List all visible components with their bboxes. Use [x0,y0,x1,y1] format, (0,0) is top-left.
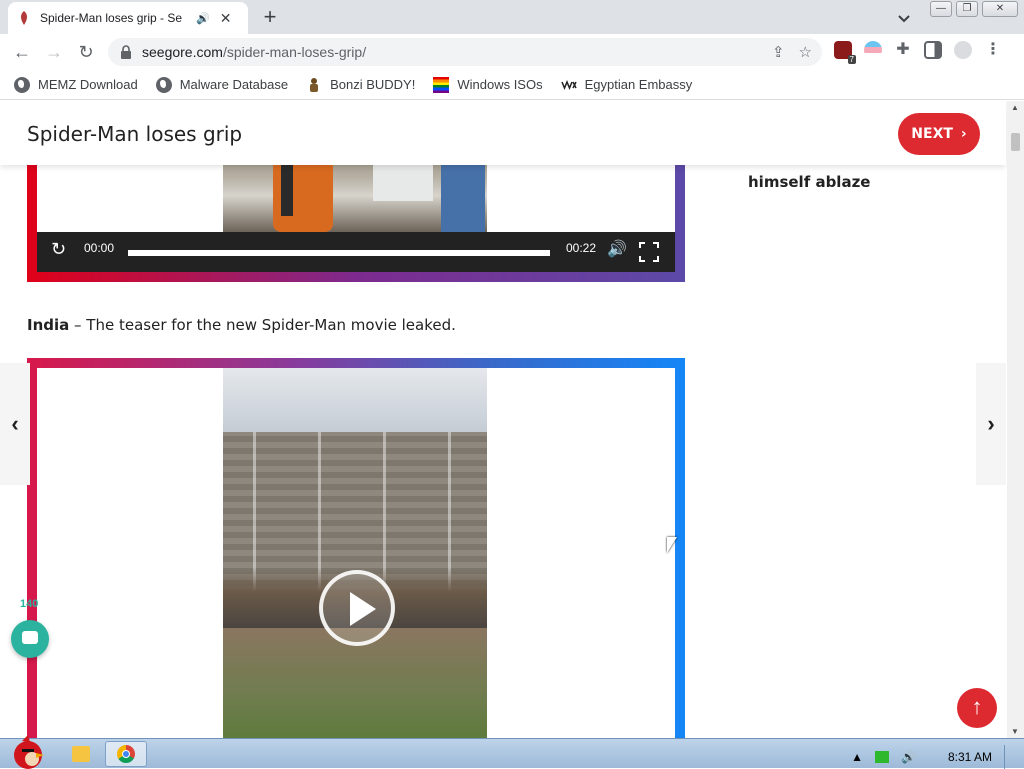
bookmark-malware-database[interactable]: Malware Database [155,76,289,93]
scroll-thumb[interactable] [1011,133,1020,151]
speaker-icon[interactable]: 🔊 [196,12,210,25]
lock-icon[interactable] [120,45,132,59]
side-panel-icon[interactable] [924,41,942,59]
bookmark-label: Bonzi BUDDY! [330,77,416,92]
scroll-down-icon[interactable]: ▼ [1011,727,1019,736]
volume-icon[interactable]: 🔊 [607,239,627,259]
url-path: /spider-man-loses-grip/ [222,44,367,60]
tab-title: Spider-Man loses grip - Se [40,11,183,25]
scroll-to-top-button[interactable]: ↑ [957,688,997,728]
bookmark-windows-isos[interactable]: Windows ISOs [433,76,543,93]
start-button-angry-bird-icon[interactable] [4,733,48,769]
comments-icon[interactable] [11,620,49,658]
bonzi-icon [310,77,319,92]
chevron-right-icon: › [960,126,967,142]
next-label: NEXT [911,126,953,142]
system-tray: ▲ 🔊 8:31 AM [851,745,1014,769]
profile-avatar-icon[interactable] [954,41,972,59]
page-title: Spider-Man loses grip [27,122,243,146]
window-controls: — ❐ ✕ [930,1,1018,17]
network-icon[interactable] [875,751,890,763]
bookmarks-bar: MEMZ Download Malware Database Bonzi BUD… [0,70,1024,100]
windows-taskbar: ▲ 🔊 8:31 AM [0,735,1024,769]
back-icon[interactable]: ← [12,42,32,62]
site-header: Spider-Man loses grip NEXT › [0,101,1006,165]
menu-kebab-icon[interactable]: ⋮ [984,41,1002,59]
extensions-area: 7 ✚ ⋮ [834,41,1002,64]
duration: 00:22 [566,241,597,255]
video-player-2 [27,358,685,738]
share-icon[interactable]: ⇪ [772,43,785,61]
caption-text: – The teaser for the new Spider-Man movi… [69,316,456,334]
next-button[interactable]: NEXT › [898,113,980,155]
globe-icon [155,76,172,93]
page-scrollbar[interactable]: ▲ ▼ [1007,101,1024,738]
comment-count: 140 [20,598,39,610]
scroll-up-icon[interactable]: ▲ [1011,103,1019,112]
carousel-prev-icon[interactable]: ‹ [0,363,30,485]
minimize-button[interactable]: — [930,1,952,17]
bookmark-star-icon[interactable]: ☆ [799,43,812,61]
seek-bar[interactable] [128,250,550,256]
caption-location: India [27,316,70,334]
reload-icon[interactable]: ↻ [76,42,96,62]
site-favicon-icon [21,11,27,25]
play-icon[interactable] [319,570,395,646]
close-window-button[interactable]: ✕ [982,1,1018,17]
bookmark-bonzi-buddy[interactable]: Bonzi BUDDY! [306,77,415,93]
volume-tray-icon[interactable]: 🔊 [901,750,916,764]
video-controls: ↻ 00:00 00:22 🔊 [37,232,675,272]
show-desktop-button[interactable] [1004,745,1014,769]
current-time: 00:00 [84,241,115,255]
browser-titlebar: Spider-Man loses grip - Se 🔊 ✕ + — ❐ ✕ [0,0,1024,34]
ublock-extension-icon[interactable]: 7 [834,41,856,64]
bookmark-label: Windows ISOs [457,77,543,92]
url-host: seegore.com [142,44,223,60]
globe-icon [14,76,30,93]
article-caption: India – The teaser for the new Spider-Ma… [27,316,456,334]
sidebar-related-link[interactable]: himself ablaze [748,173,870,191]
page-viewport[interactable]: ↻ 00:00 00:22 🔊 Spider-Man loses grip NE… [0,101,1024,738]
fullscreen-icon[interactable] [639,242,659,262]
puzzle-icon[interactable]: ✚ [894,41,912,59]
tray-expand-icon[interactable]: ▲ [851,750,863,764]
mouse-cursor-icon [667,537,677,553]
bookmark-memz-download[interactable]: MEMZ Download [14,76,138,93]
extension-badge: 7 [847,55,856,64]
video-thumbnail[interactable] [223,368,487,738]
bookmark-label: Egyptian Embassy [584,77,693,92]
address-bar[interactable]: seegore.com /spider-man-loses-grip/ ⇪ ☆ [108,38,822,66]
browser-tab[interactable]: Spider-Man loses grip - Se 🔊 ✕ [8,2,248,34]
close-tab-icon[interactable]: ✕ [220,10,232,27]
rainbow-flag-icon [433,76,450,93]
bookmark-label: Malware Database [179,77,289,92]
new-tab-button[interactable]: + [258,4,282,30]
replay-icon[interactable]: ↻ [51,239,66,260]
wix-icon [560,79,577,90]
taskbar-clock[interactable]: 8:31 AM [948,750,992,764]
taskbar-explorer-icon[interactable] [60,741,102,767]
maximize-button[interactable]: ❐ [956,1,978,17]
browser-toolbar: ← → ↻ seegore.com /spider-man-loses-grip… [0,34,1024,70]
taskbar-chrome-icon[interactable] [105,741,147,767]
bookmark-egyptian-embassy[interactable]: Egyptian Embassy [560,77,693,93]
trans-flag-extension-icon[interactable] [864,41,882,59]
bookmark-label: MEMZ Download [38,77,138,92]
carousel-next-icon[interactable]: › [976,363,1006,485]
tab-search-icon[interactable] [894,8,914,28]
forward-icon[interactable]: → [44,42,64,62]
